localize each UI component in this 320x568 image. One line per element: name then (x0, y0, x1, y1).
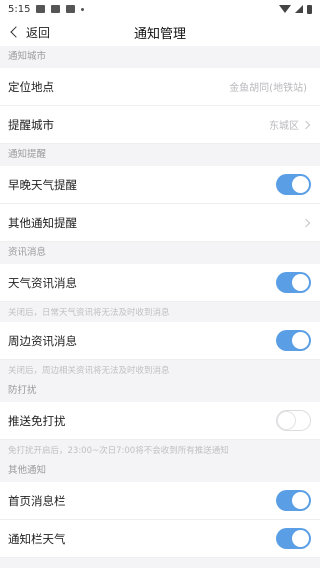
notif-weather-row: 通知栏天气 (0, 520, 320, 558)
back-chevron-icon (10, 26, 22, 38)
morning-evening-toggle[interactable] (276, 174, 311, 195)
status-time: 5:15 (8, 3, 31, 15)
notif-weather-toggle[interactable] (276, 528, 311, 549)
reminder-city-label: 提醒城市 (8, 117, 54, 132)
push-dnd-toggle[interactable] (276, 410, 311, 431)
nearby-news-toggle[interactable] (276, 330, 311, 351)
location-value: 金鱼胡同(地铁站) (229, 83, 307, 94)
weather-news-note: 关闭后，日常天气资讯将无法及时收到消息 (0, 302, 320, 322)
section-header-news: 资讯消息 (0, 242, 320, 264)
chevron-right-icon (301, 120, 311, 129)
message-icon (51, 5, 61, 13)
notification-icon (66, 5, 76, 13)
gallery-icon (36, 5, 46, 13)
morning-evening-label: 早晚天气提醒 (8, 177, 77, 192)
battery-icon (307, 4, 312, 14)
nearby-news-row: 周边资讯消息 (0, 322, 320, 360)
section-header-reminder: 通知提醒 (0, 144, 320, 166)
status-bar: 5:15 (0, 0, 320, 18)
morning-evening-row: 早晚天气提醒 (0, 166, 320, 204)
location-label: 定位地点 (8, 79, 54, 94)
home-bar-label: 首页消息栏 (8, 493, 66, 508)
home-bar-row: 首页消息栏 (0, 482, 320, 520)
location-row[interactable]: 定位地点 金鱼胡同(地铁站) (0, 68, 320, 106)
more-dot-icon (81, 7, 85, 11)
home-bar-toggle[interactable] (276, 490, 311, 511)
back-button[interactable]: 返回 (0, 24, 50, 41)
section-header-other: 其他通知 (0, 460, 320, 482)
weather-news-toggle[interactable] (276, 272, 311, 293)
dnd-note: 免打扰开启后，23:00~次日7:00将不会收到所有推送通知 (0, 440, 320, 460)
reminder-city-row[interactable]: 提醒城市 东城区 (0, 106, 320, 144)
reminder-city-value: 东城区 (269, 121, 299, 132)
notif-weather-label: 通知栏天气 (8, 531, 66, 546)
push-dnd-label: 推送免打扰 (8, 413, 66, 428)
push-dnd-row: 推送免打扰 (0, 402, 320, 440)
nav-bar: 返回 通知管理 (0, 18, 320, 46)
signal-icon (295, 5, 303, 13)
wifi-icon (279, 5, 291, 13)
back-label: 返回 (26, 25, 51, 40)
section-header-city: 通知城市 (0, 46, 320, 68)
weather-news-row: 天气资讯消息 (0, 264, 320, 302)
other-reminder-label: 其他通知提醒 (8, 215, 77, 230)
nearby-news-label: 周边资讯消息 (8, 333, 77, 348)
weather-news-label: 天气资讯消息 (8, 275, 77, 290)
other-reminder-row[interactable]: 其他通知提醒 (0, 204, 320, 242)
chevron-right-icon (301, 218, 311, 227)
nearby-news-note: 关闭后，周边相关资讯将无法及时收到消息 (0, 360, 320, 380)
section-header-dnd: 防打扰 (0, 380, 320, 402)
